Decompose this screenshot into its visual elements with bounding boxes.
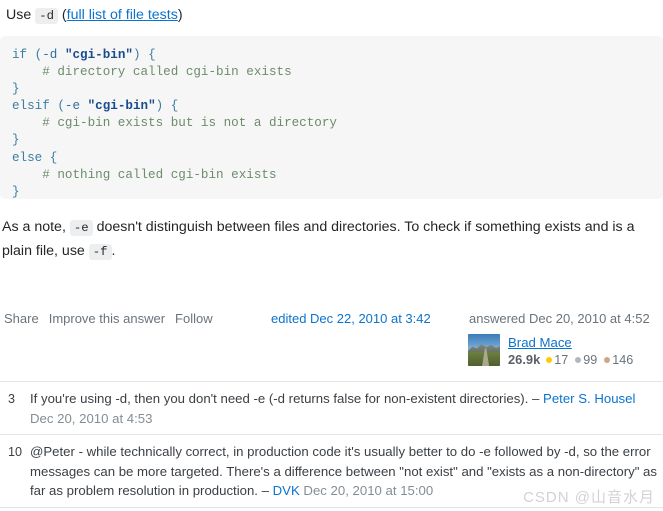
- avatar-sky: [468, 334, 500, 347]
- gold-badge-count: 17: [554, 353, 569, 367]
- comment-score[interactable]: 10: [0, 442, 30, 501]
- paren-close: ): [177, 7, 183, 23]
- code-token: elsif: [12, 99, 50, 114]
- code-token: -d: [42, 48, 58, 62]
- comment-row: 3 If you're using -d, then you don't need…: [0, 382, 663, 434]
- reputation-score: 26.9k: [508, 352, 541, 367]
- answer-action-bar: Share Improve this answer Follow edited …: [0, 311, 663, 333]
- comment-dash: –: [261, 483, 273, 498]
- answered-timestamp: answered Dec 20, 2010 at 4:52: [469, 311, 650, 326]
- code-token: (: [27, 48, 43, 62]
- code-block[interactable]: if (-d "cgi-bin") { # directory called c…: [0, 36, 663, 199]
- comment-body: @Peter - while technically correct, in p…: [30, 442, 663, 501]
- note-part3: .: [111, 243, 116, 259]
- comment-score[interactable]: 3: [0, 389, 30, 428]
- comment-dash: –: [532, 391, 544, 406]
- code-token: ) {: [155, 99, 179, 114]
- answer-post: Use -d (full list of file tests) if (-d …: [0, 0, 663, 511]
- code-token: "cgi-bin": [87, 99, 156, 114]
- intro-prefix: Use: [6, 7, 32, 23]
- comment-author-link[interactable]: DVK: [273, 483, 300, 498]
- code-token: # directory called cgi-bin exists: [12, 65, 292, 80]
- code-token: else: [12, 150, 43, 165]
- code-token: }: [12, 184, 20, 199]
- comment-author-link[interactable]: Peter S. Housel: [543, 391, 635, 406]
- edited-timestamp-link[interactable]: edited Dec 22, 2010 at 3:42: [271, 311, 431, 326]
- code-token: "cgi-bin": [64, 48, 133, 62]
- silver-badge[interactable]: 99: [575, 352, 597, 368]
- follow-button[interactable]: Follow: [175, 311, 213, 326]
- code-token: # nothing called cgi-bin exists: [12, 167, 277, 182]
- inline-code-d: -d: [35, 8, 58, 24]
- code-token: ) {: [132, 48, 156, 62]
- comments-list: 3 If you're using -d, then you don't need…: [0, 381, 663, 508]
- code-token: {: [42, 150, 58, 165]
- full-list-of-file-tests-link[interactable]: full list of file tests: [67, 7, 178, 23]
- answer-actions: Share Improve this answer Follow: [4, 311, 213, 326]
- bronze-badge-count: 146: [612, 353, 634, 367]
- code-token: }: [12, 133, 20, 148]
- code-token: if: [12, 48, 28, 62]
- inline-code-e: -e: [69, 220, 93, 236]
- gold-badge-icon: [546, 357, 553, 363]
- comment-row: 10 @Peter - while technically correct, in…: [0, 435, 663, 507]
- code-token: -e: [64, 99, 81, 114]
- avatar[interactable]: [468, 334, 500, 366]
- comment-text: If you're using -d, then you don't need …: [30, 391, 533, 406]
- comment-timestamp: Dec 20, 2010 at 15:00: [299, 483, 434, 498]
- note-part1: As a note,: [2, 219, 66, 235]
- user-reputation-row: 26.9k 17 99 146: [508, 352, 637, 368]
- gold-badge[interactable]: 17: [546, 352, 568, 368]
- intro-line: Use -d (full list of file tests): [0, 0, 663, 26]
- code-token: (: [49, 99, 65, 114]
- user-name-link[interactable]: Brad Mace: [508, 335, 637, 351]
- bronze-badge[interactable]: 146: [604, 352, 633, 368]
- improve-answer-button[interactable]: Improve this answer: [49, 311, 165, 326]
- comment-body: If you're using -d, then you don't need …: [30, 389, 663, 428]
- comment-timestamp: Dec 20, 2010 at 4:53: [30, 410, 153, 426]
- code-token: }: [12, 82, 20, 97]
- user-info: Brad Mace 26.9k 17 99 146: [508, 334, 637, 368]
- comment-divider: [0, 506, 663, 508]
- inline-code-f: -f: [88, 244, 112, 260]
- silver-badge-count: 99: [583, 353, 598, 367]
- user-card[interactable]: Brad Mace 26.9k 17 99 146: [468, 334, 637, 368]
- bronze-badge-icon: [604, 357, 611, 363]
- note-paragraph: As a note, -e doesn't distinguish betwee…: [2, 216, 661, 264]
- silver-badge-icon: [575, 357, 582, 363]
- code-token: # cgi-bin exists but is not a directory: [12, 116, 337, 131]
- share-button[interactable]: Share: [4, 311, 39, 326]
